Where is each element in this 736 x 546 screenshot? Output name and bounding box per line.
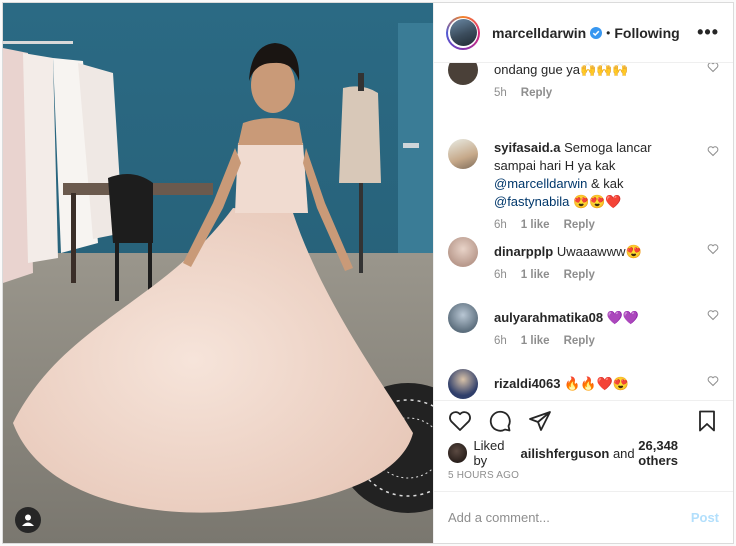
commenter-avatar[interactable] — [448, 237, 478, 267]
comment-likes[interactable]: 1 like — [521, 269, 550, 281]
comment-meta: 6h 1 like Reply — [494, 269, 719, 281]
comment-text: dinarpplp Uwaaawww😍 — [494, 237, 697, 261]
comment-text: aulyarahmatika08 💜💜 — [494, 303, 697, 327]
likes-prefix: Liked by — [473, 438, 505, 468]
comment-username[interactable]: aulyarahmatika08 — [494, 310, 603, 325]
comment-text: ondang gue ya🙌🙌🙌 — [494, 63, 697, 79]
side-panel: marcelldarwin • Following ••• ondang gue… — [433, 3, 733, 543]
comment-time: 6h — [494, 219, 507, 231]
comment-time: 5h — [494, 87, 507, 99]
comment-item: syifasaid.a Semoga lancar sampai hari H … — [448, 139, 719, 231]
comment-text: rizaldi4063 🔥🔥❤️😍 — [494, 369, 697, 393]
reply-button[interactable]: Reply — [564, 269, 595, 281]
comment-username[interactable]: rizaldi4063 — [494, 376, 561, 391]
comment-item: rizaldi4063 🔥🔥❤️😍 — [448, 369, 719, 399]
like-heart-icon[interactable] — [448, 409, 472, 433]
comment-item: aulyarahmatika08 💜💜 6h 1 like Reply — [448, 303, 719, 347]
post-timestamp[interactable]: 5 HOURS AGO — [434, 466, 733, 491]
following-button[interactable]: Following — [614, 25, 679, 41]
comment-item: ondang gue ya🙌🙌🙌 5h Reply — [448, 63, 719, 99]
comment-content: ondang gue ya🙌🙌🙌 — [494, 63, 629, 77]
liker-avatar[interactable] — [448, 443, 468, 463]
comment-meta: 6h 1 like Reply — [494, 219, 719, 231]
photo-illustration — [3, 3, 433, 543]
reply-button[interactable]: Reply — [521, 87, 552, 99]
save-bookmark-icon[interactable] — [695, 409, 719, 433]
commenter-avatar[interactable] — [448, 63, 478, 85]
likes-middle: and — [609, 445, 639, 461]
mention-link[interactable]: @marcelldarwin — [494, 176, 587, 191]
comment-content: 💜💜 — [606, 310, 640, 325]
comment-bubble-icon[interactable] — [488, 409, 512, 433]
commenter-avatar[interactable] — [448, 303, 478, 333]
comment-meta: 6h 1 like Reply — [494, 335, 719, 347]
reply-button[interactable]: Reply — [564, 335, 595, 347]
commenter-avatar[interactable] — [448, 369, 478, 399]
comment-likes[interactable]: 1 like — [521, 335, 550, 347]
comment-like-icon[interactable] — [707, 63, 719, 73]
comments-list[interactable]: ondang gue ya🙌🙌🙌 5h Reply syifasaid.a Sem… — [434, 63, 733, 400]
comment-username[interactable]: syifasaid.a — [494, 140, 561, 155]
comment-content: 😍😍❤️ — [569, 194, 622, 209]
comment-content: & kak — [587, 176, 624, 191]
comment-text: syifasaid.a Semoga lancar sampai hari H … — [494, 139, 697, 211]
post-comment-button[interactable]: Post — [691, 510, 719, 525]
comment-content: Uwaaawww😍 — [556, 244, 642, 259]
mention-link[interactable]: @fastynabila — [494, 194, 569, 209]
action-bar — [434, 400, 733, 440]
post-header: marcelldarwin • Following ••• — [434, 3, 733, 63]
comment-like-icon[interactable] — [707, 309, 719, 321]
comment-time: 6h — [494, 335, 507, 347]
author-avatar[interactable] — [446, 15, 480, 50]
reply-button[interactable]: Reply — [564, 219, 595, 231]
share-send-icon[interactable] — [528, 409, 552, 433]
add-comment-row: Post — [434, 491, 733, 543]
comment-item: dinarpplp Uwaaawww😍 6h 1 like Reply — [448, 237, 719, 281]
comment-like-icon[interactable] — [707, 145, 719, 157]
more-options-icon[interactable]: ••• — [697, 22, 719, 43]
user-tag-icon[interactable] — [15, 507, 41, 533]
comment-meta: 5h Reply — [494, 87, 719, 99]
author-username[interactable]: marcelldarwin — [492, 25, 586, 41]
comment-input[interactable] — [448, 510, 691, 525]
verified-badge-icon — [590, 26, 603, 39]
liker-username[interactable]: ailishferguson — [520, 446, 609, 461]
comment-like-icon[interactable] — [707, 375, 719, 387]
comment-username[interactable]: dinarpplp — [494, 244, 553, 259]
comment-like-icon[interactable] — [707, 243, 719, 255]
likes-count[interactable]: 26,348 others — [638, 438, 719, 468]
commenter-avatar[interactable] — [448, 139, 478, 169]
comment-content: 🔥🔥❤️😍 — [564, 376, 629, 391]
post-card: marcelldarwin • Following ••• ondang gue… — [2, 2, 734, 544]
comment-time: 6h — [494, 269, 507, 281]
likes-summary: Liked by ailishferguson and 26,348 other… — [434, 438, 733, 468]
header-separator: • — [606, 25, 611, 40]
post-photo[interactable] — [3, 3, 433, 543]
comment-likes[interactable]: 1 like — [521, 219, 550, 231]
